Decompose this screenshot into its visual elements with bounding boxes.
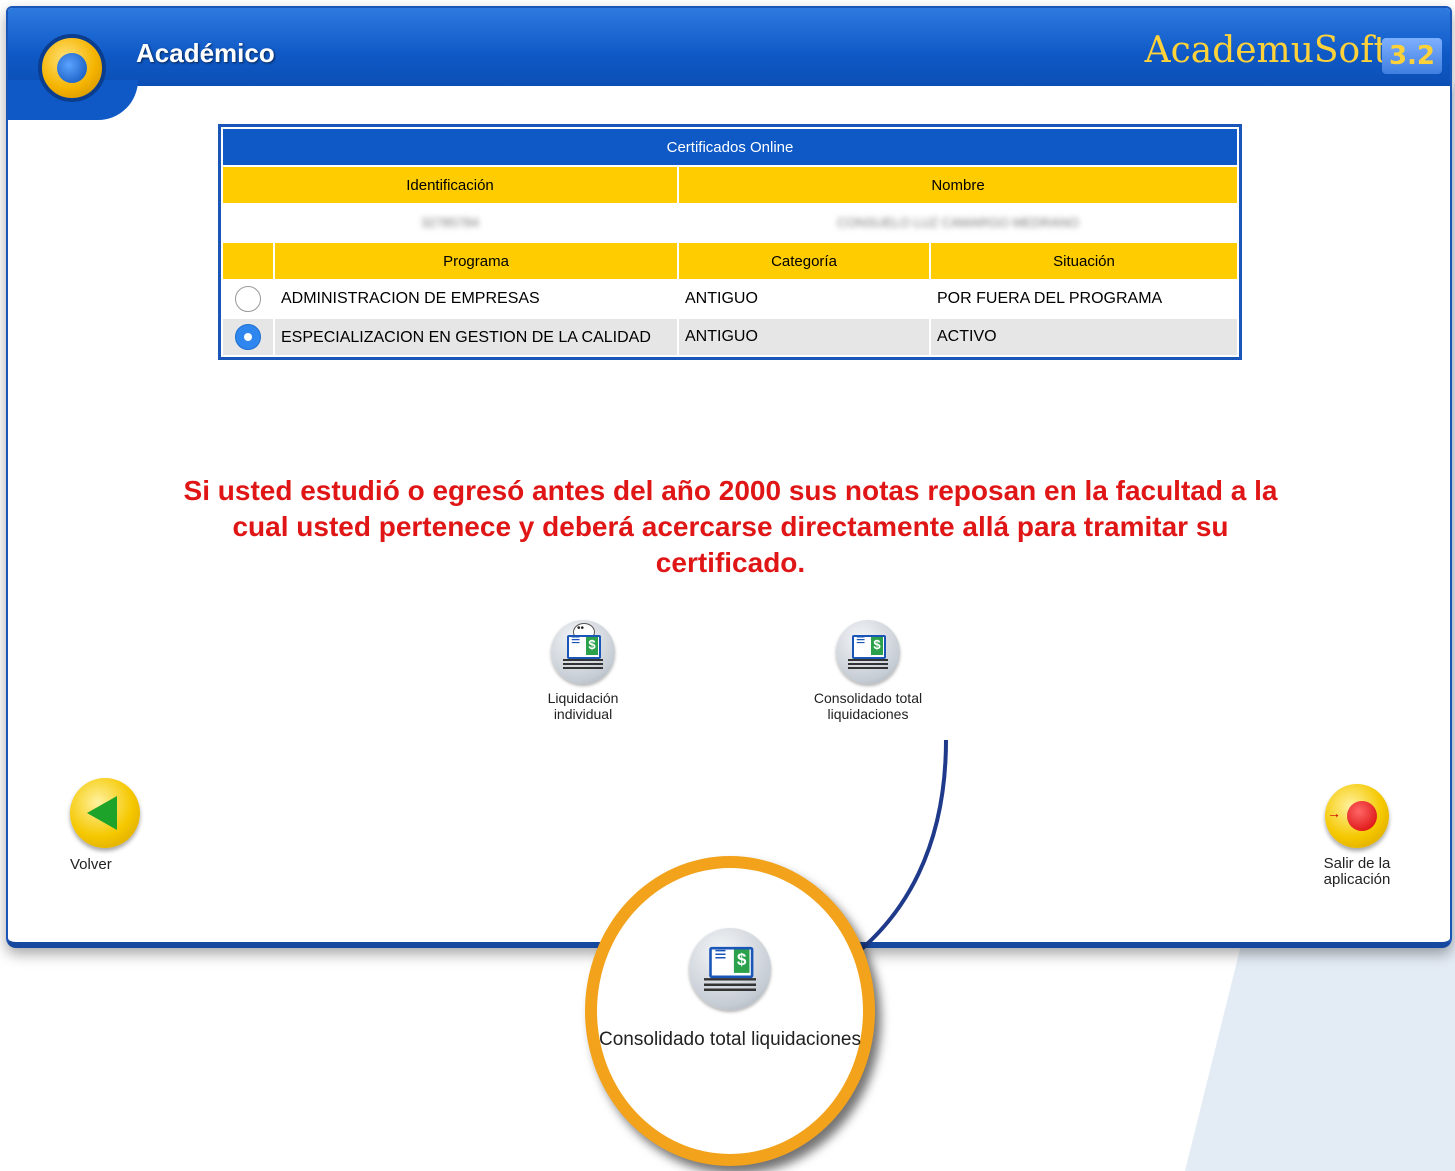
back-button[interactable]: Volver xyxy=(60,778,150,873)
individual-settlement-label: Liquidación individual xyxy=(547,690,619,722)
column-header-program: Programa xyxy=(275,243,677,279)
column-header-category: Categoría xyxy=(679,243,929,279)
exit-icon xyxy=(1327,801,1377,831)
app-window: Académico AcademuSoft 3.2 Certificados O… xyxy=(6,6,1452,948)
program-radio[interactable] xyxy=(235,286,261,312)
back-label: Volver xyxy=(70,856,112,873)
individual-settlement-icon xyxy=(551,620,615,684)
app-title: Académico xyxy=(136,38,275,68)
id-value: 32785784 xyxy=(421,215,479,230)
consolidated-settlements-icon xyxy=(836,620,900,684)
program-status: ACTIVO xyxy=(931,319,1237,355)
table-row[interactable]: ESPECIALIZACION EN GESTION DE LA CALIDAD… xyxy=(223,319,1237,355)
individual-settlement-button[interactable]: Liquidación individual xyxy=(528,620,638,722)
certificates-title: Certificados Online xyxy=(223,129,1237,165)
column-header-status: Situación xyxy=(931,243,1237,279)
program-category: ANTIGUO xyxy=(679,319,929,355)
table-row[interactable]: ADMINISTRACION DE EMPRESAS ANTIGUO POR F… xyxy=(223,281,1237,317)
brand-name: AcademuSoft xyxy=(1144,30,1388,71)
zoomed-consolidated-label: Consolidado total liquidaciones xyxy=(599,1029,861,1050)
brand-version: 3.2 xyxy=(1382,38,1442,74)
exit-button[interactable]: Salir de la aplicación xyxy=(1302,784,1412,888)
name-header: Nombre xyxy=(679,167,1237,203)
id-header: Identificación xyxy=(223,167,677,203)
zoomed-consolidated-icon xyxy=(685,928,775,1018)
program-radio[interactable] xyxy=(235,324,261,350)
consolidated-settlements-label: Consolidado total liquidaciones xyxy=(813,690,923,722)
callout-zoom: Consolidado total liquidaciones xyxy=(585,856,875,1166)
name-value: CONSUELO LUZ CAMARGO MEDRANO xyxy=(837,215,1079,230)
program-category: ANTIGUO xyxy=(679,281,929,317)
certificates-table: Certificados Online Identificación Nombr… xyxy=(218,124,1242,360)
app-logo-icon xyxy=(38,34,106,102)
program-name: ESPECIALIZACION EN GESTION DE LA CALIDAD xyxy=(275,319,677,355)
warning-message: Si usted estudió o egresó antes del año … xyxy=(183,475,1278,578)
exit-label: Salir de la aplicación xyxy=(1323,855,1391,888)
consolidated-settlements-button[interactable]: Consolidado total liquidaciones xyxy=(808,620,928,722)
program-status: POR FUERA DEL PROGRAMA xyxy=(931,281,1237,317)
back-arrow-icon xyxy=(87,796,117,830)
program-name: ADMINISTRACION DE EMPRESAS xyxy=(275,281,677,317)
